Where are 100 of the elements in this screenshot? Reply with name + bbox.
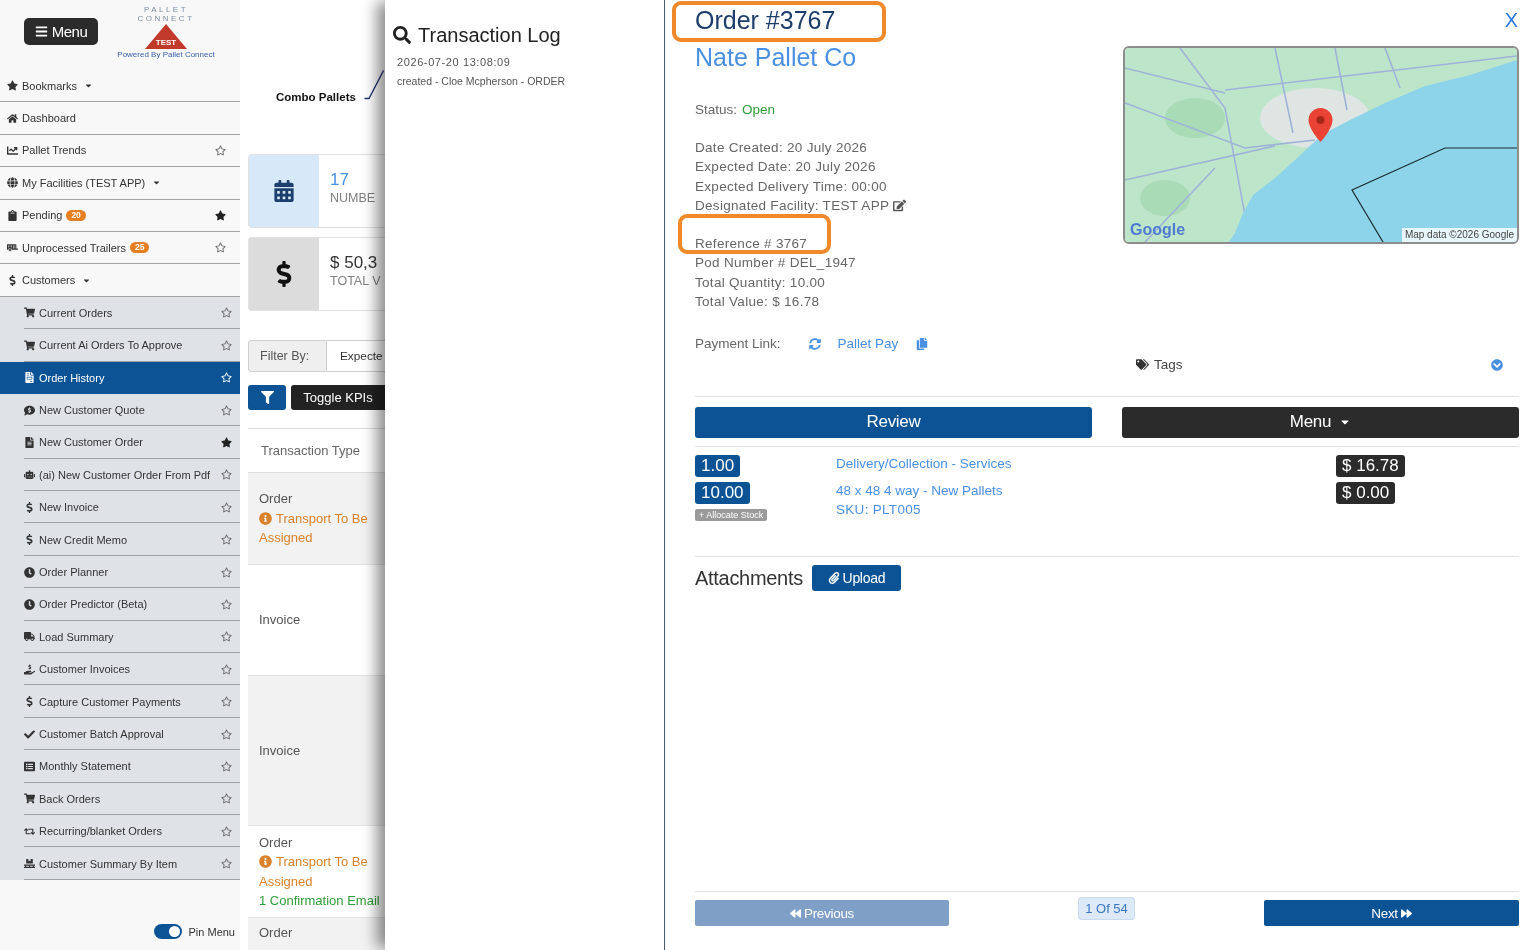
dollar-icon bbox=[24, 501, 35, 513]
dollar-icon bbox=[24, 696, 35, 708]
star-outline-icon[interactable] bbox=[215, 144, 226, 156]
payment-link-label: Payment Link: bbox=[695, 336, 781, 352]
clipboard-icon bbox=[7, 209, 18, 221]
star-outline-icon[interactable] bbox=[221, 793, 232, 805]
detail-text: Expected Date: 20 July 2026 bbox=[695, 158, 876, 177]
home-icon bbox=[7, 112, 18, 124]
paperclip-icon bbox=[827, 571, 840, 584]
info-icon bbox=[259, 511, 272, 525]
star-outline-icon[interactable] bbox=[221, 696, 232, 708]
section-title: Combo Pallets bbox=[276, 90, 356, 104]
quantity-badge: 10.00 bbox=[695, 481, 750, 504]
filter-select[interactable]: Expecte bbox=[327, 340, 385, 372]
logo-tagline: Powered By Pallet Connect bbox=[117, 50, 215, 59]
transaction-type: Order bbox=[259, 924, 294, 942]
sku-text: SKU: PLT005 bbox=[836, 500, 921, 519]
clock-icon bbox=[24, 598, 35, 610]
status-label: Status: bbox=[695, 101, 738, 119]
menu-button[interactable]: Menu bbox=[24, 18, 98, 45]
transaction-type: Order bbox=[259, 833, 294, 852]
star-outline-icon[interactable] bbox=[221, 598, 232, 610]
star-outline-icon[interactable] bbox=[221, 825, 232, 837]
count-badge: 20 bbox=[66, 209, 86, 221]
funnel-icon bbox=[260, 391, 274, 404]
cart-icon bbox=[24, 339, 35, 351]
sidebar-item[interactable]: Unprocessed Trailers 25 bbox=[0, 231, 240, 265]
review-button[interactable]: Review bbox=[695, 406, 1092, 438]
sidebar-item[interactable]: Pallet Trends bbox=[0, 134, 240, 168]
star-icon[interactable] bbox=[221, 437, 232, 448]
menu-icon bbox=[34, 25, 48, 38]
chevron-down-icon[interactable] bbox=[1491, 358, 1503, 371]
panel-title: Transaction Log bbox=[418, 23, 561, 47]
star-outline-icon[interactable] bbox=[221, 307, 232, 319]
refresh-icon[interactable] bbox=[808, 337, 821, 350]
log-timestamp: 2026-07-20 13:08:09 bbox=[396, 55, 512, 69]
pin-menu-label: Pin Menu bbox=[188, 925, 235, 938]
upload-button[interactable]: Upload bbox=[811, 564, 901, 591]
document-icon bbox=[24, 372, 35, 384]
copy-icon[interactable] bbox=[916, 337, 929, 350]
pallet-icon bbox=[24, 858, 35, 870]
detail-text: Reference # 3767 bbox=[695, 235, 808, 254]
star-outline-icon[interactable] bbox=[221, 631, 232, 643]
tags-icon bbox=[1136, 358, 1149, 372]
quantity-badge: 1.00 bbox=[695, 454, 741, 477]
log-entry: created - Cloe Mcpherson - ORDER bbox=[396, 74, 567, 88]
sidebar-item[interactable]: Order History bbox=[0, 361, 240, 394]
star-outline-icon[interactable] bbox=[221, 566, 232, 578]
detail-text: Total Quantity: 10.00 bbox=[695, 273, 826, 292]
kpi-value: 17 bbox=[330, 169, 350, 190]
toggle-kpis-button[interactable]: Toggle KPIs bbox=[291, 385, 385, 410]
table-row[interactable]: Order Transport To Be Assigned bbox=[248, 473, 385, 565]
star-outline-icon[interactable] bbox=[221, 339, 232, 351]
status-note: Transport To Be Assigned bbox=[259, 509, 369, 548]
order-title: Order #3767 bbox=[695, 7, 836, 33]
close-button[interactable]: X bbox=[1503, 9, 1519, 31]
transaction-type: Invoice bbox=[259, 611, 302, 630]
sidebar-item[interactable]: Dashboard bbox=[0, 102, 240, 135]
globe-icon bbox=[7, 177, 18, 189]
attachments-heading: Attachments bbox=[695, 565, 803, 591]
star-outline-icon[interactable] bbox=[215, 242, 226, 254]
detail-text: Expected Delivery Time: 00:00 bbox=[695, 177, 887, 196]
map-pin-icon[interactable] bbox=[1308, 108, 1333, 142]
hand-coin-icon bbox=[24, 663, 35, 675]
cart-icon bbox=[24, 307, 35, 319]
menu-dropdown-button[interactable]: Menu bbox=[1122, 406, 1519, 438]
robot-icon bbox=[24, 469, 35, 481]
star-icon[interactable] bbox=[215, 209, 226, 221]
star-outline-icon[interactable] bbox=[221, 760, 232, 772]
logo-badge: TEST bbox=[145, 24, 187, 49]
filter-label: Filter By: bbox=[248, 340, 327, 372]
sidebar-item[interactable]: Pending 20 bbox=[0, 199, 240, 232]
pin-menu-toggle[interactable] bbox=[153, 924, 182, 939]
next-button[interactable]: Next bbox=[1264, 900, 1519, 926]
column-header[interactable]: Transaction Type bbox=[248, 428, 385, 473]
star-outline-icon[interactable] bbox=[221, 404, 232, 416]
star-outline-icon[interactable] bbox=[221, 372, 232, 384]
transaction-type: Order bbox=[259, 490, 294, 509]
logo-text: PALLET bbox=[143, 6, 189, 15]
star-outline-icon[interactable] bbox=[221, 728, 232, 740]
star-outline-icon[interactable] bbox=[221, 858, 232, 870]
diagonal-line-drawing bbox=[363, 70, 384, 100]
star-outline-icon[interactable] bbox=[221, 663, 232, 675]
customer-name: Nate Pallet Co bbox=[695, 42, 857, 72]
detail-text: Total Value: $ 16.78 bbox=[695, 293, 820, 312]
star-outline-icon[interactable] bbox=[221, 501, 232, 513]
edit-icon[interactable] bbox=[893, 199, 907, 213]
sidebar-item[interactable]: Bookmarks bbox=[0, 70, 240, 103]
filter-button[interactable] bbox=[248, 385, 286, 410]
detail-text: Designated Facility: TEST APP bbox=[695, 197, 890, 216]
detail-text: Date Created: 20 July 2026 bbox=[695, 138, 868, 157]
sidebar-item[interactable]: My Facilities (TEST APP) bbox=[0, 167, 240, 200]
star-outline-icon[interactable] bbox=[221, 534, 232, 546]
check-icon bbox=[24, 728, 35, 740]
info-icon bbox=[259, 855, 272, 868]
table-row[interactable]: Order bbox=[248, 918, 385, 950]
table-row[interactable]: Invoice bbox=[248, 676, 385, 826]
calendar-icon bbox=[273, 180, 295, 202]
status-note: Transport To Be Assigned bbox=[259, 853, 369, 891]
star-outline-icon[interactable] bbox=[221, 469, 232, 481]
